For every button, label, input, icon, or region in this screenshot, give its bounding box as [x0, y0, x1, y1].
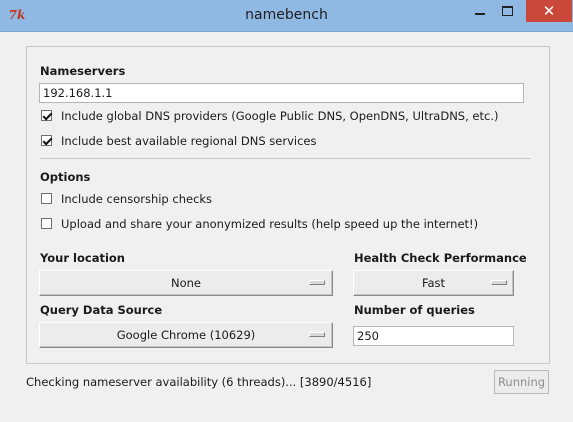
- query-source-value: Google Chrome (10629): [116, 328, 256, 342]
- running-button[interactable]: Running: [494, 370, 549, 394]
- censorship-label: Include censorship checks: [61, 192, 213, 206]
- queries-input[interactable]: [353, 326, 514, 346]
- nameservers-heading: Nameservers: [40, 64, 126, 78]
- query-source-select[interactable]: Google Chrome (10629): [39, 322, 333, 348]
- location-select[interactable]: None: [39, 270, 333, 296]
- upload-results-checkbox-box[interactable]: [41, 218, 52, 229]
- dropdown-indicator-icon: [309, 280, 325, 285]
- status-text: Checking nameserver availability (6 thre…: [26, 375, 372, 389]
- nameservers-input[interactable]: [39, 83, 524, 103]
- censorship-checkbox-box[interactable]: [41, 193, 52, 204]
- health-check-select[interactable]: Fast: [353, 270, 514, 296]
- include-global-checkbox-box[interactable]: [41, 110, 52, 121]
- title-bar: 7k namebench ✕: [0, 0, 573, 32]
- close-glyph: ✕: [542, 2, 556, 20]
- query-source-heading: Query Data Source: [40, 303, 163, 317]
- location-value: None: [170, 276, 201, 290]
- minimize-icon[interactable]: [468, 0, 492, 22]
- health-check-value: Fast: [421, 276, 446, 290]
- options-heading: Options: [40, 170, 91, 184]
- include-regional-checkbox-box[interactable]: [41, 135, 52, 146]
- queries-heading: Number of queries: [354, 303, 475, 317]
- dropdown-indicator-icon: [491, 280, 507, 285]
- dropdown-indicator-icon: [309, 332, 325, 337]
- include-global-label: Include global DNS providers (Google Pub…: [61, 109, 499, 123]
- health-check-heading: Health Check Performance: [354, 251, 527, 265]
- maximize-icon[interactable]: [495, 0, 521, 22]
- location-heading: Your location: [40, 251, 125, 265]
- upload-results-label: Upload and share your anonymized results…: [61, 217, 479, 231]
- close-icon[interactable]: ✕: [526, 0, 572, 22]
- include-regional-label: Include best available regional DNS serv…: [61, 134, 317, 148]
- section-divider: [40, 158, 531, 159]
